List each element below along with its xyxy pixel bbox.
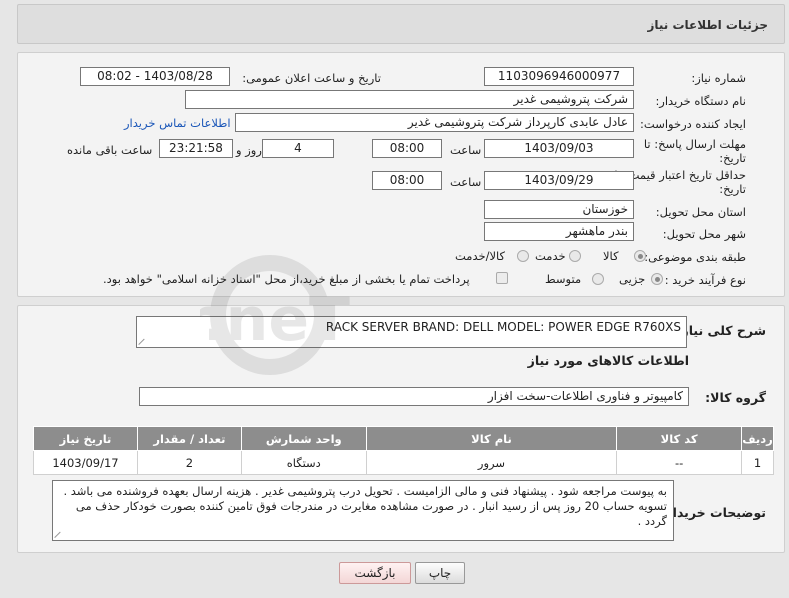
col-need-date: تاریخ نیاز xyxy=(33,426,138,451)
city-field: بندر ماهشهر xyxy=(484,222,634,241)
province-label: استان محل تحویل: xyxy=(655,205,746,219)
remaining-days-field: 4 xyxy=(262,139,334,158)
remaining-time-field: 23:21:58 xyxy=(159,139,233,158)
buyer-notes-field[interactable]: به پیوست مراجعه شود . پیشنهاد فنی و مالی… xyxy=(52,480,674,541)
days-label: روز و xyxy=(236,143,262,157)
buyer-notes-label: توضیحات خریدار: xyxy=(660,505,766,520)
announce-field: 1403/08/28 - 08:02 xyxy=(80,67,230,86)
cell-item-code: -- xyxy=(616,450,743,475)
reply-time-label: ساعت xyxy=(450,143,482,157)
goods-table: ردیف کد کالا نام کالا واحد شمارش تعداد /… xyxy=(33,426,774,475)
goods-group-field: کامپیوتر و فناوری اطلاعات-سخت افزار xyxy=(139,387,689,406)
goods-group-label: گروه کالا: xyxy=(705,390,766,405)
process-option-minor: جزیی xyxy=(619,272,646,286)
process-label: نوع فرآیند خرید : xyxy=(664,273,746,287)
col-row-number: ردیف xyxy=(741,426,774,451)
reply-deadline-label: مهلت ارسال پاسخ: تا xyxy=(643,137,746,151)
print-button[interactable]: چاپ xyxy=(415,562,465,584)
category-radio-goods[interactable] xyxy=(634,250,646,262)
cell-row-number: 1 xyxy=(741,450,774,475)
summary-resize-handle[interactable] xyxy=(139,337,147,345)
buyer-org-label: نام دستگاه خریدار: xyxy=(655,94,746,108)
cell-item-name: سرور xyxy=(365,450,618,475)
need-number-field: 1103096946000977 xyxy=(484,67,634,86)
price-validity-label: حداقل تاریخ اعتبار قیمت: تا xyxy=(614,168,746,182)
process-radio-medium[interactable] xyxy=(592,273,604,285)
process-option-medium: متوسط xyxy=(545,272,582,286)
page-title: جزئیات اطلاعات نیاز xyxy=(647,18,768,32)
remaining-label: ساعت باقی مانده xyxy=(67,143,153,157)
buyer-contact-link[interactable]: اطلاعات تماس خریدار xyxy=(124,116,231,130)
category-radio-service[interactable] xyxy=(569,250,581,262)
buyer-notes-resize-handle[interactable] xyxy=(55,530,63,538)
category-option-service: خدمت xyxy=(535,249,566,263)
category-label: طبقه بندی موضوعی: xyxy=(644,250,746,264)
creator-label: ایجاد کننده درخواست: xyxy=(640,117,746,131)
reply-deadline-label-date: تاریخ: xyxy=(719,151,746,165)
treasury-payment-checkbox[interactable] xyxy=(496,272,508,284)
price-validity-date-field: 1403/09/29 xyxy=(484,171,634,190)
buyer-org-field: شرکت پتروشیمی غدیر xyxy=(185,90,634,109)
summary-label: شرح کلی نیاز: xyxy=(676,323,766,338)
reply-date-field: 1403/09/03 xyxy=(484,139,634,158)
col-item-code: کد کالا xyxy=(616,426,743,451)
table-row: 1 -- سرور دستگاه 2 1403/09/17 xyxy=(33,450,774,475)
cell-unit: دستگاه xyxy=(240,450,367,475)
category-radio-goods-service[interactable] xyxy=(517,250,529,262)
cell-need-date: 1403/09/17 xyxy=(33,450,138,475)
summary-field[interactable]: RACK SERVER BRAND: DELL MODEL: POWER EDG… xyxy=(136,316,687,348)
reply-time-field: 08:00 xyxy=(372,139,442,158)
price-validity-label-date: تاریخ: xyxy=(719,182,746,196)
category-option-goods: کالا xyxy=(603,249,619,263)
goods-info-title: اطلاعات کالاهای مورد نیاز xyxy=(527,353,689,368)
price-validity-time-field: 08:00 xyxy=(372,171,442,190)
city-label: شهر محل تحویل: xyxy=(662,227,746,241)
goods-table-header: ردیف کد کالا نام کالا واحد شمارش تعداد /… xyxy=(33,426,774,451)
province-field: خوزستان xyxy=(484,200,634,219)
cell-quantity: 2 xyxy=(136,450,242,475)
price-validity-time-label: ساعت xyxy=(450,175,482,189)
treasury-payment-note: پرداخت تمام یا بخشی از مبلغ خرید،از محل … xyxy=(103,272,470,286)
back-button[interactable]: بازگشت xyxy=(339,562,411,584)
col-item-name: نام کالا xyxy=(365,426,618,451)
col-quantity: تعداد / مقدار xyxy=(136,426,242,451)
need-number-label: شماره نیاز: xyxy=(691,71,746,85)
creator-field: عادل عابدی کارپرداز شرکت پتروشیمی غدیر xyxy=(235,113,634,132)
category-option-goods-service: کالا/خدمت xyxy=(455,249,506,263)
col-unit: واحد شمارش xyxy=(240,426,367,451)
page-header: جزئیات اطلاعات نیاز xyxy=(17,4,785,44)
process-radio-minor[interactable] xyxy=(651,273,663,285)
announce-label: تاریخ و ساعت اعلان عمومی: xyxy=(242,71,381,85)
